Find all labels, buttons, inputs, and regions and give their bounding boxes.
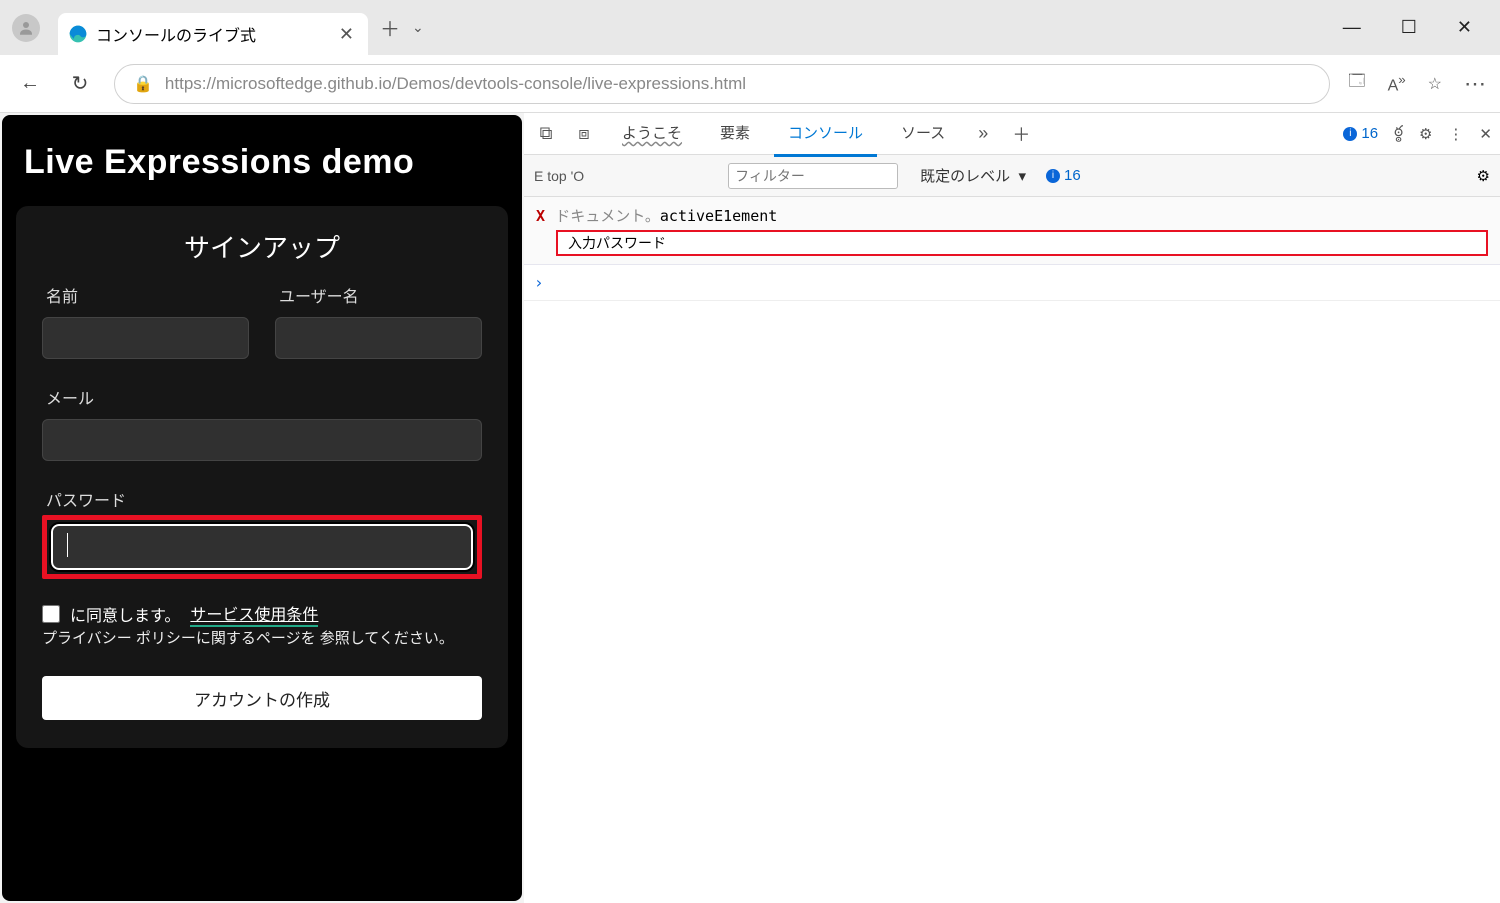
console-settings-icon[interactable]: ⚙ <box>1477 167 1490 185</box>
window-titlebar: コンソールのライブ式 ✕ ＋ ⌄ — ☐ ✕ <box>0 0 1500 55</box>
username-label: ユーザー名 <box>275 283 482 307</box>
create-account-button[interactable]: アカウントの作成 <box>42 676 482 720</box>
email-label: メール <box>42 385 482 409</box>
context-selector[interactable]: E top 'O <box>534 168 584 184</box>
toolbar: ← ↻ 🔒 https://microsoftedge.github.io/De… <box>0 55 1500 113</box>
refresh-button[interactable]: ↻ <box>64 71 96 96</box>
close-window-button[interactable]: ✕ <box>1457 17 1472 38</box>
settings-icon[interactable]: ⚙ <box>1419 125 1432 143</box>
devtools-panel: ⧉ ⧈ ようこそ 要素 コンソール ソース » ＋ i16 ఠ్ఠ ⚙ ⋮ ✕ … <box>524 113 1500 903</box>
agree-row: に同意します。 サービス使用条件 <box>42 601 482 627</box>
app-icon[interactable]: 🗔 <box>1348 70 1365 97</box>
tab-elements[interactable]: 要素 <box>706 120 764 147</box>
content-area: Live Expressions demo サインアップ 名前 ユーザー名 メー… <box>0 113 1500 903</box>
password-label: パスワード <box>42 487 482 511</box>
name-input[interactable] <box>42 317 249 359</box>
live-expression[interactable]: X ドキュメント。activeE1ement 入力パスワード <box>524 197 1500 265</box>
password-input[interactable] <box>51 524 473 570</box>
expr-prefix: ドキュメント。 <box>555 208 660 225</box>
read-aloud-icon[interactable]: A» <box>1388 72 1406 95</box>
device-icon[interactable]: ⧈ <box>570 123 598 144</box>
lock-icon: 🔒 <box>133 74 153 94</box>
devtools-tabstrip: ⧉ ⧈ ようこそ 要素 コンソール ソース » ＋ i16 ఠ్ఠ ⚙ ⋮ ✕ <box>524 113 1500 155</box>
remove-expression-icon[interactable]: X <box>536 207 545 225</box>
favorite-icon[interactable]: ☆ <box>1428 74 1442 94</box>
demo-page: Live Expressions demo サインアップ 名前 ユーザー名 メー… <box>2 115 522 901</box>
filter-input[interactable] <box>728 163 898 189</box>
console-prompt[interactable]: › <box>524 265 1500 301</box>
tab-console[interactable]: コンソール <box>774 120 877 147</box>
minimize-button[interactable]: — <box>1343 17 1361 38</box>
text-cursor <box>67 533 68 557</box>
signup-title: サインアップ <box>42 228 482 265</box>
more-tabs-icon[interactable]: » <box>969 123 997 144</box>
inspect-icon[interactable]: ⧉ <box>532 123 560 144</box>
live-expression-result: 入力パスワード <box>556 230 1488 256</box>
close-tab-icon[interactable]: ✕ <box>339 24 354 45</box>
agree-text: に同意します。 <box>70 602 180 626</box>
profile-icon[interactable] <box>12 14 40 42</box>
agree-checkbox[interactable] <box>42 605 60 623</box>
name-label: 名前 <box>42 283 249 307</box>
signup-card: サインアップ 名前 ユーザー名 メール パスワード <box>16 206 508 748</box>
expr-text: activeE1ement <box>660 207 777 225</box>
add-panel-icon[interactable]: ＋ <box>1007 121 1035 147</box>
url-text: https://microsoftedge.github.io/Demos/de… <box>165 74 746 94</box>
log-levels[interactable]: 既定のレベル ▾ <box>920 165 1026 186</box>
edge-icon <box>68 24 88 44</box>
address-bar[interactable]: 🔒 https://microsoftedge.github.io/Demos/… <box>114 64 1330 104</box>
feedback-icon[interactable]: ఠ్ఠ <box>1394 123 1403 144</box>
tabs-menu-icon[interactable]: ⌄ <box>412 19 424 36</box>
issues-badge[interactable]: i16 <box>1343 125 1378 142</box>
window-controls: — ☐ ✕ <box>1343 17 1494 38</box>
tab-welcome[interactable]: ようこそ <box>608 120 696 147</box>
tab-sources[interactable]: ソース <box>887 120 959 147</box>
toolbar-issues[interactable]: i16 <box>1046 167 1081 184</box>
page-heading: Live Expressions demo <box>24 143 508 182</box>
tab-title: コンソールのライブ式 <box>96 22 256 46</box>
new-tab-button[interactable]: ＋ <box>380 13 400 42</box>
privacy-text: プライバシー ポリシーに関するページを 参照してください。 <box>42 627 482 648</box>
browser-tab[interactable]: コンソールのライブ式 ✕ <box>58 13 368 55</box>
console-toolbar: E top 'O 既定のレベル ▾ i16 ⚙ <box>524 155 1500 197</box>
kebab-icon[interactable]: ⋮ <box>1448 125 1463 143</box>
username-input[interactable] <box>275 317 482 359</box>
email-input[interactable] <box>42 419 482 461</box>
password-highlight <box>42 515 482 579</box>
tos-link[interactable]: サービス使用条件 <box>190 601 318 627</box>
back-button[interactable]: ← <box>14 72 46 95</box>
close-devtools-icon[interactable]: ✕ <box>1479 125 1492 143</box>
more-icon[interactable]: ⋯ <box>1464 71 1486 97</box>
maximize-button[interactable]: ☐ <box>1401 17 1417 38</box>
